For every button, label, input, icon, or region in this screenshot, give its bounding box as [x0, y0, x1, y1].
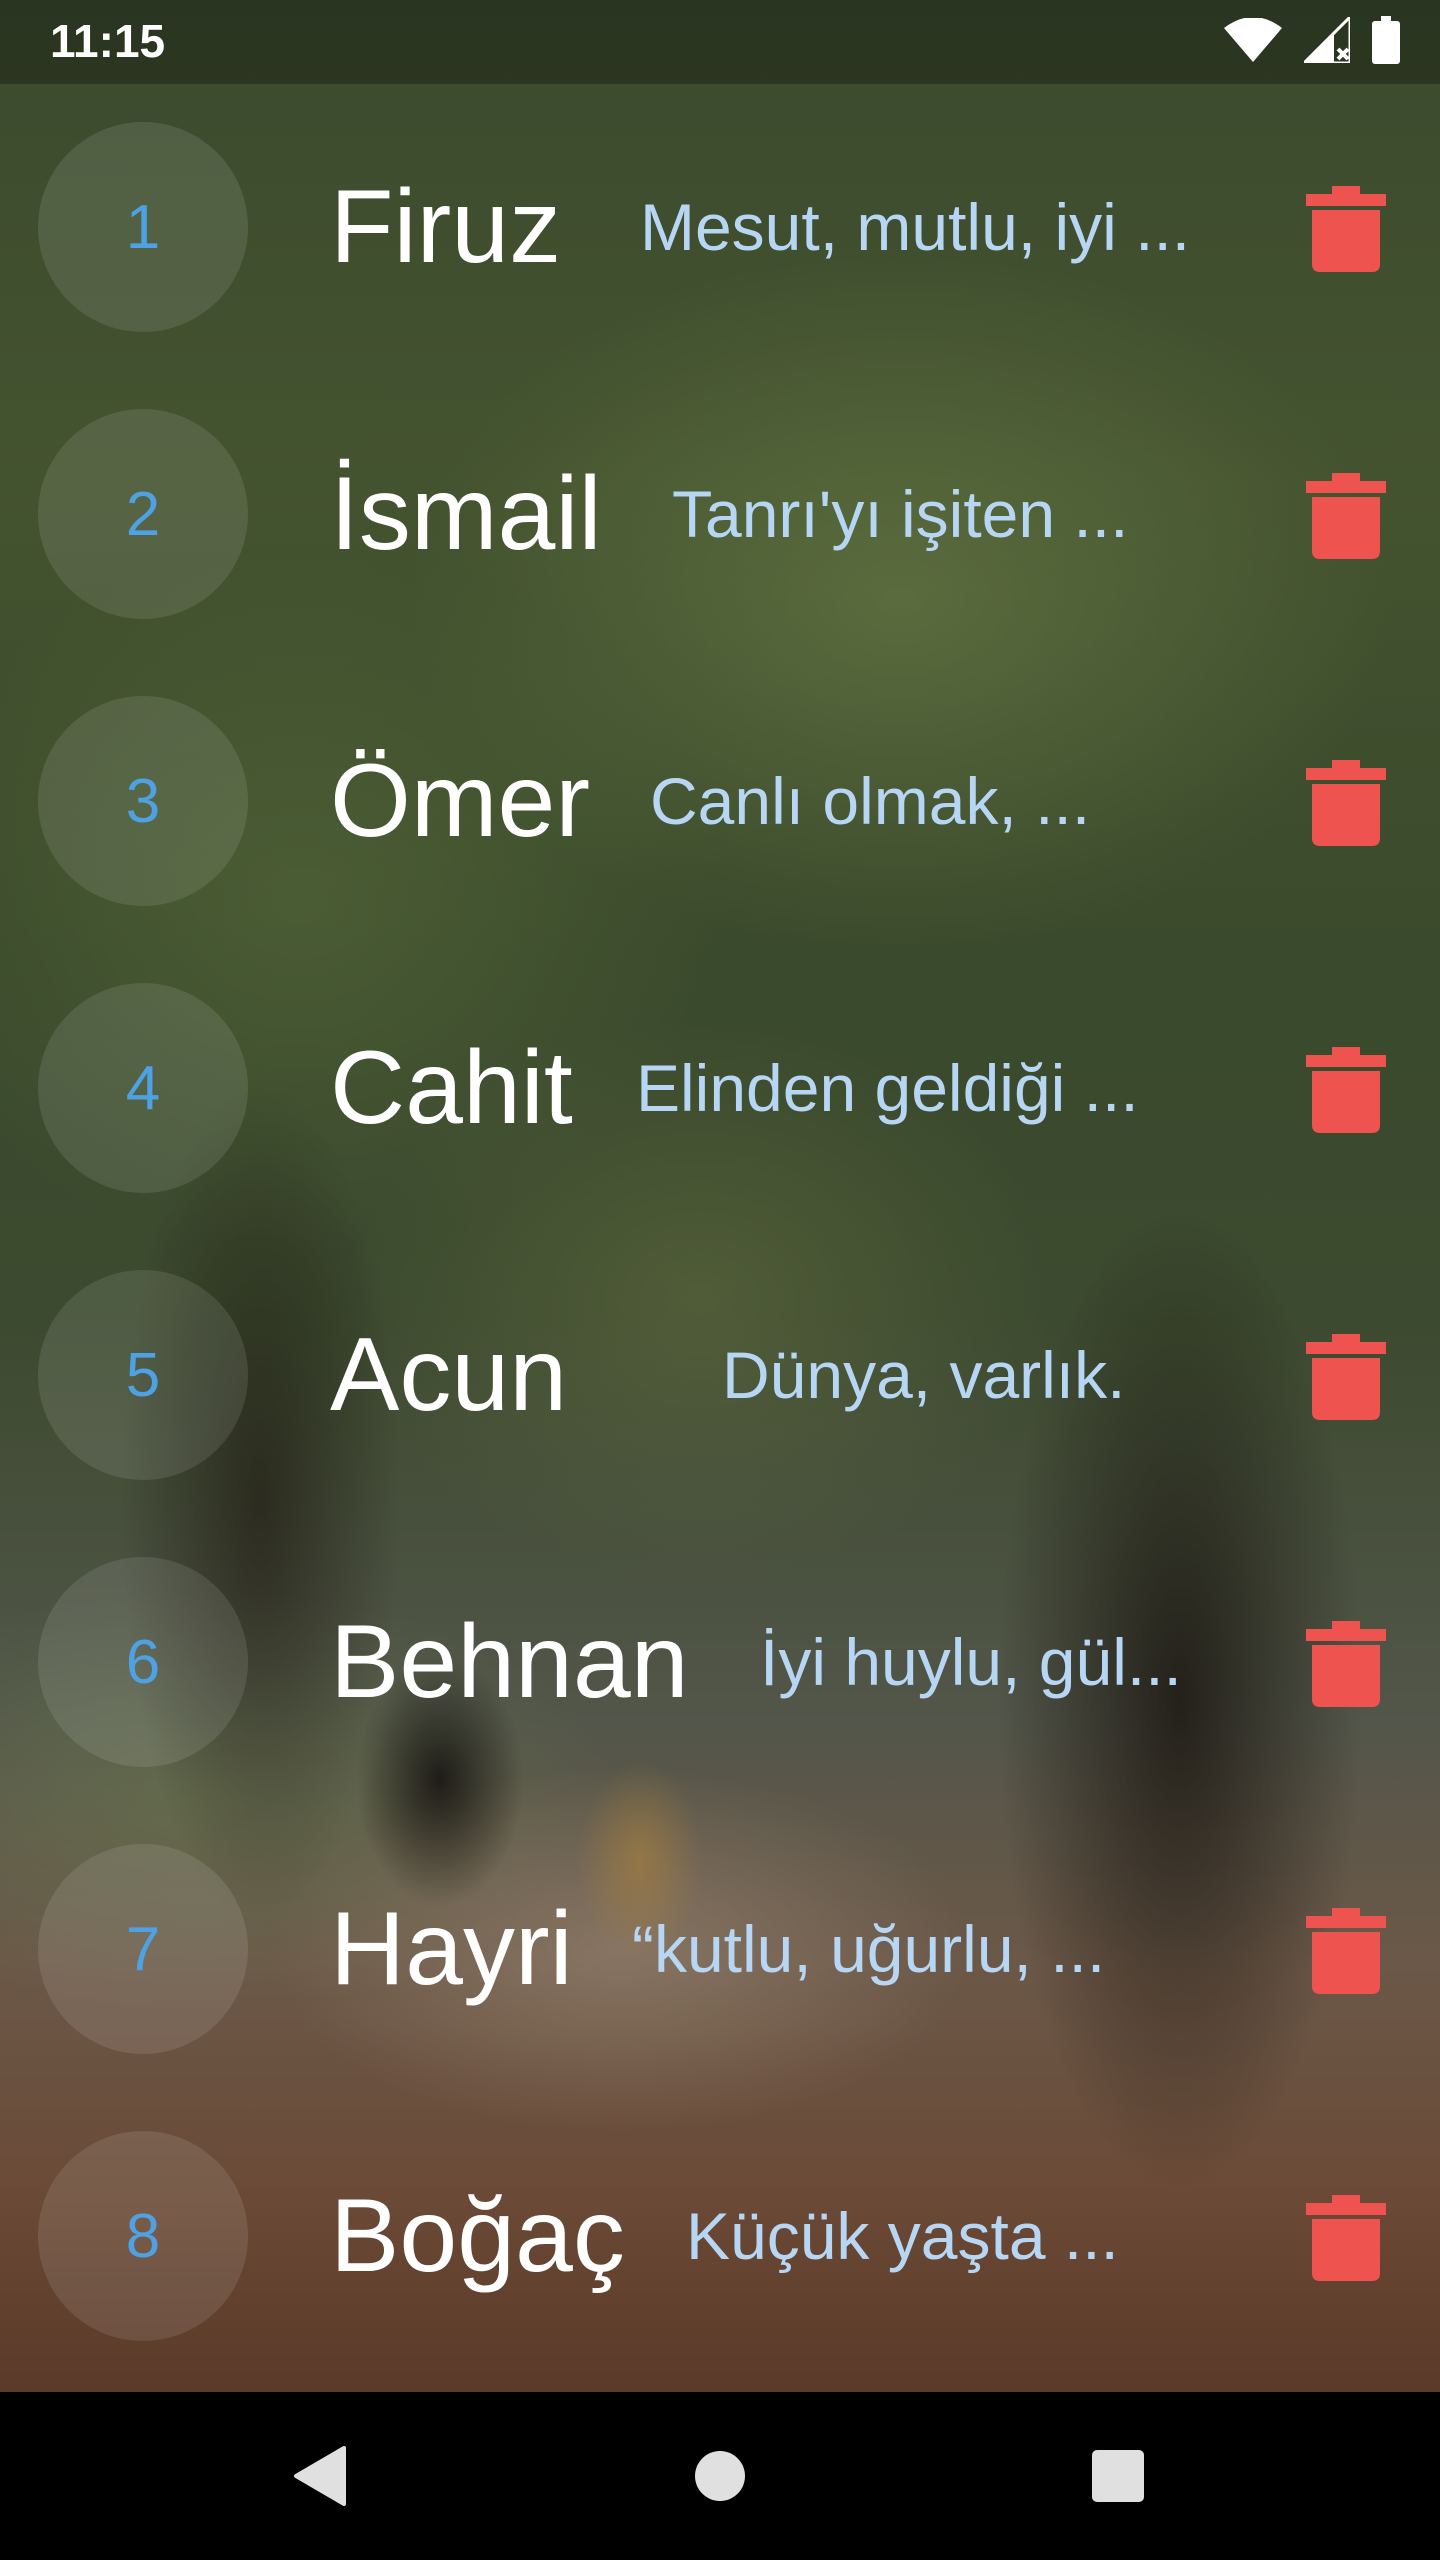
trash-icon[interactable]: [1306, 1908, 1386, 1994]
item-number: 7: [125, 1914, 161, 1984]
item-meaning: Tanrı'yı işiten ...: [672, 477, 1129, 551]
item-number: 1: [125, 192, 161, 262]
item-number: 2: [125, 479, 161, 549]
list-item[interactable]: 2 İsmail Tanrı'yı işiten ...: [0, 371, 1440, 658]
item-meaning: “kutlu, uğurlu, ...: [632, 1912, 1106, 1986]
list-item[interactable]: 4 Cahit Elinden geldiği ...: [0, 945, 1440, 1232]
item-name: Acun: [330, 1317, 568, 1433]
item-name: Firuz: [330, 169, 562, 285]
battery-icon: [1372, 16, 1400, 64]
status-icons: [1224, 16, 1400, 64]
item-name: Hayri: [330, 1891, 573, 2007]
item-number-badge: 3: [38, 696, 248, 906]
item-meaning: Dünya, varlık.: [722, 1338, 1126, 1412]
item-meaning: Küçük yaşta ...: [686, 2199, 1119, 2273]
item-number-badge: 2: [38, 409, 248, 619]
list-item[interactable]: 8 Boğaç Küçük yaşta ...: [0, 2093, 1440, 2380]
item-meaning: Mesut, mutlu, iyi ...: [640, 190, 1191, 264]
item-meaning: Canlı olmak, ...: [650, 764, 1091, 838]
item-number-badge: 4: [38, 983, 248, 1193]
item-number: 6: [125, 1627, 161, 1697]
back-icon: [294, 2446, 346, 2506]
item-number: 8: [125, 2201, 161, 2271]
wifi-icon: [1224, 18, 1282, 62]
list-item[interactable]: 1 Firuz Mesut, mutlu, iyi ...: [0, 84, 1440, 371]
recents-icon: [1092, 2450, 1144, 2502]
item-name: Behnan: [330, 1604, 689, 1720]
item-meaning: Elinden geldiği ...: [636, 1051, 1139, 1125]
recents-button[interactable]: [1068, 2392, 1168, 2560]
item-meaning: İyi huylu, gül...: [760, 1625, 1182, 1699]
status-bar: 11:15: [0, 0, 1440, 84]
trash-icon[interactable]: [1306, 1334, 1386, 1420]
item-number-badge: 1: [38, 122, 248, 332]
trash-icon[interactable]: [1306, 760, 1386, 846]
item-name: Boğaç: [330, 2178, 625, 2294]
names-list: 1 Firuz Mesut, mutlu, iyi ... 2 İsmail T…: [0, 84, 1440, 2380]
list-item[interactable]: 6 Behnan İyi huylu, gül...: [0, 1519, 1440, 1806]
trash-icon[interactable]: [1306, 1621, 1386, 1707]
home-icon: [695, 2451, 745, 2501]
item-number-badge: 7: [38, 1844, 248, 2054]
item-number-badge: 8: [38, 2131, 248, 2341]
home-button[interactable]: [670, 2392, 770, 2560]
list-item[interactable]: 5 Acun Dünya, varlık.: [0, 1232, 1440, 1519]
status-time: 11:15: [50, 15, 166, 67]
signal-no-data-icon: [1304, 17, 1350, 63]
trash-icon[interactable]: [1306, 2195, 1386, 2281]
navigation-bar: [0, 2392, 1440, 2560]
item-name: İsmail: [330, 456, 602, 572]
item-number: 3: [125, 766, 161, 836]
item-number-badge: 5: [38, 1270, 248, 1480]
item-name: Cahit: [330, 1030, 573, 1146]
item-number: 4: [125, 1053, 161, 1123]
item-number-badge: 6: [38, 1557, 248, 1767]
back-button[interactable]: [270, 2392, 370, 2560]
item-number: 5: [125, 1340, 161, 1410]
list-item[interactable]: 7 Hayri “kutlu, uğurlu, ...: [0, 1806, 1440, 2093]
trash-icon[interactable]: [1306, 1047, 1386, 1133]
item-name: Ömer: [330, 743, 590, 859]
trash-icon[interactable]: [1306, 473, 1386, 559]
list-item[interactable]: 3 Ömer Canlı olmak, ...: [0, 658, 1440, 945]
trash-icon[interactable]: [1306, 186, 1386, 272]
